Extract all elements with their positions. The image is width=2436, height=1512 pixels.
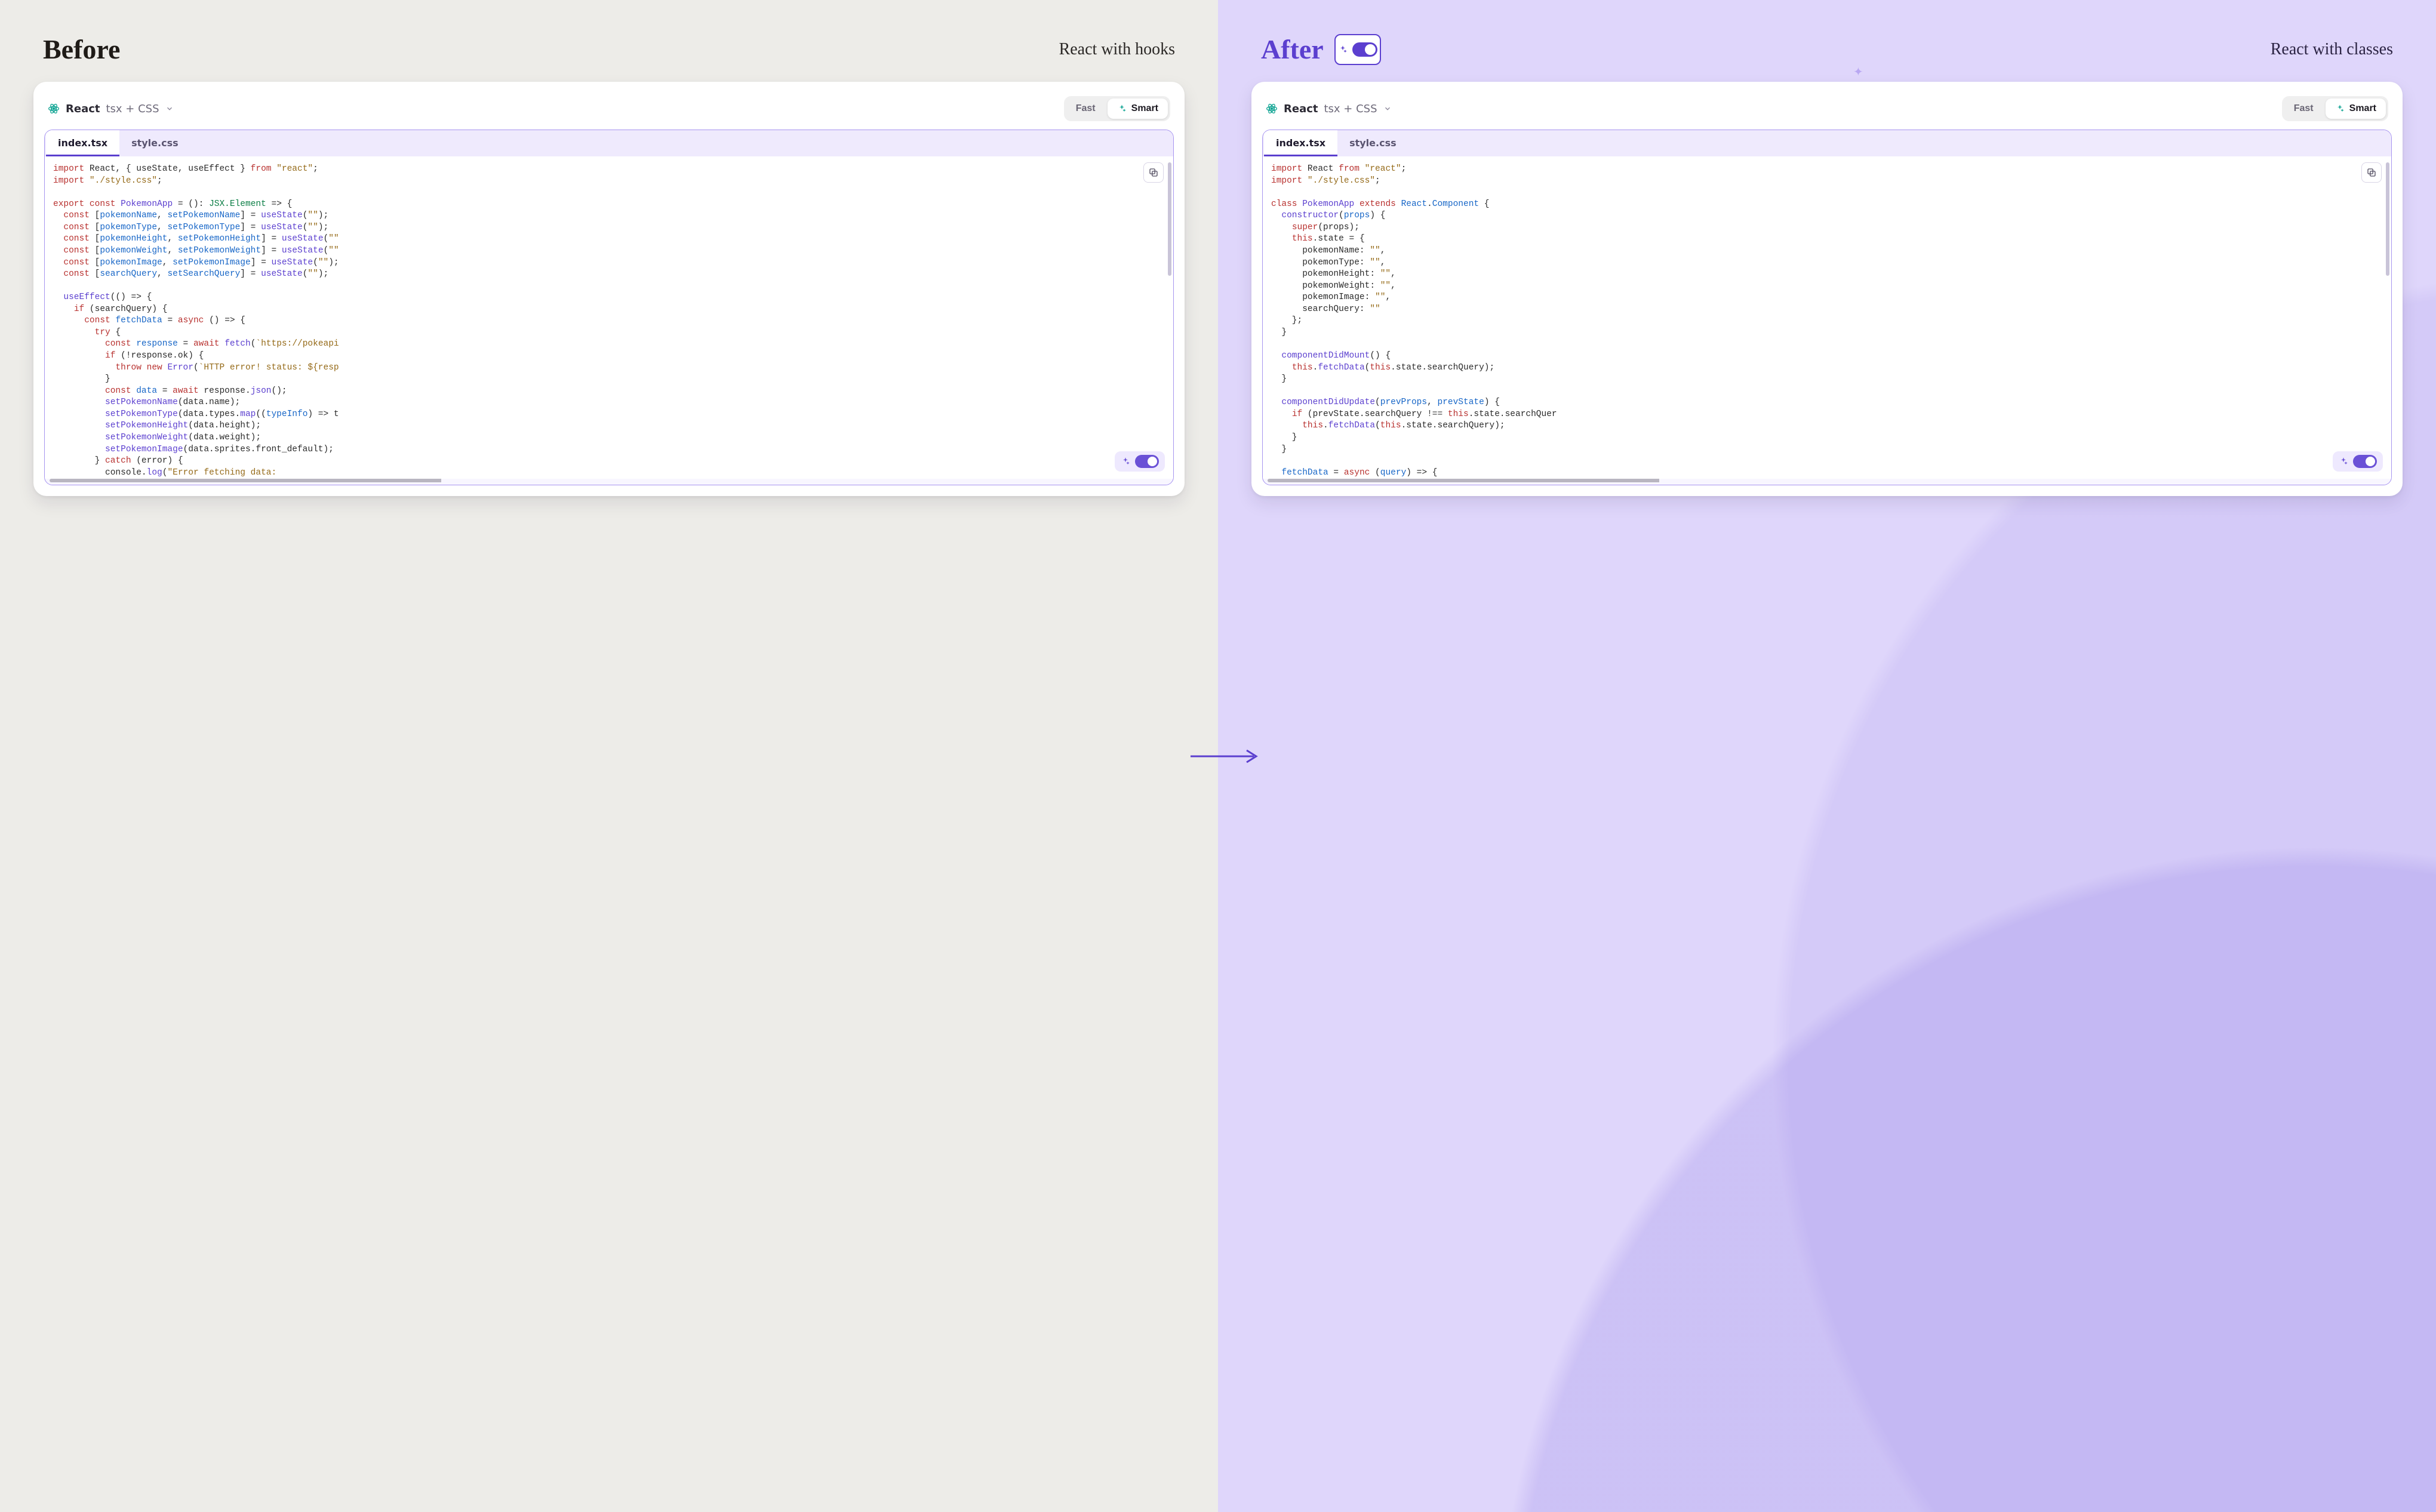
stack-name: React	[1284, 103, 1318, 115]
ai-toggle[interactable]	[1115, 451, 1165, 472]
copy-icon	[1148, 167, 1159, 178]
before-card: React tsx + CSS Fast Smart	[33, 82, 1185, 496]
tab-index-tsx[interactable]: index.tsx	[1264, 130, 1337, 156]
file-tabs: index.tsx style.css	[45, 130, 1173, 156]
stack-select[interactable]: React tsx + CSS	[48, 103, 174, 115]
copy-icon	[2366, 167, 2377, 178]
sparkle-icon	[2339, 457, 2348, 466]
file-tabs: index.tsx style.css	[1263, 130, 2391, 156]
sparkle-icon	[1117, 104, 1127, 113]
scrollbar-vertical[interactable]	[2386, 162, 2389, 276]
react-icon	[48, 103, 60, 115]
scrollbar-horizontal[interactable]	[50, 479, 1168, 482]
code-editor: index.tsx style.css import React, { useS…	[44, 130, 1174, 485]
feature-toggle[interactable]	[1334, 34, 1381, 65]
code-block[interactable]: import React from "react"; import "./sty…	[1263, 156, 2391, 479]
before-panel: Before React with hooks React tsx + CSS	[0, 0, 1218, 1512]
chevron-down-icon	[165, 104, 174, 113]
sparkle-icon	[2335, 104, 2345, 113]
mode-smart-button[interactable]: Smart	[2326, 98, 2386, 119]
mode-smart-button[interactable]: Smart	[1108, 98, 1168, 119]
code-editor: index.tsx style.css import React from "r…	[1262, 130, 2392, 485]
stack-name: React	[66, 103, 100, 115]
react-icon	[1266, 103, 1278, 115]
tab-style-css[interactable]: style.css	[119, 130, 190, 156]
after-panel: After React with classes ✦	[1218, 0, 2436, 1512]
copy-button[interactable]	[2361, 162, 2382, 183]
tab-index-tsx[interactable]: index.tsx	[46, 130, 119, 156]
stack-detail: tsx + CSS	[1324, 103, 1377, 115]
after-title: After	[1261, 33, 1324, 65]
stack-select[interactable]: React tsx + CSS	[1266, 103, 1392, 115]
sparkle-icon: ✦	[1853, 64, 1863, 79]
tab-style-css[interactable]: style.css	[1337, 130, 1408, 156]
before-title: Before	[43, 33, 120, 65]
ai-toggle[interactable]	[2333, 451, 2383, 472]
mode-fast-button[interactable]: Fast	[2284, 98, 2323, 119]
mode-fast-button[interactable]: Fast	[1066, 98, 1105, 119]
mode-toggle-group: Fast Smart	[2282, 96, 2388, 121]
stack-detail: tsx + CSS	[106, 103, 159, 115]
code-block[interactable]: import React, { useState, useEffect } fr…	[45, 156, 1173, 479]
sparkle-icon	[1338, 45, 1348, 54]
after-subtitle: React with classes	[2271, 40, 2393, 59]
chevron-down-icon	[1383, 104, 1392, 113]
sparkle-icon	[1121, 457, 1130, 466]
mode-toggle-group: Fast Smart	[1064, 96, 1170, 121]
before-subtitle: React with hooks	[1059, 40, 1175, 59]
scrollbar-horizontal[interactable]	[1268, 479, 2386, 482]
after-card: React tsx + CSS Fast Smart	[1251, 82, 2403, 496]
arrow-icon	[1189, 749, 1261, 764]
scrollbar-vertical[interactable]	[1168, 162, 1171, 276]
copy-button[interactable]	[1143, 162, 1164, 183]
